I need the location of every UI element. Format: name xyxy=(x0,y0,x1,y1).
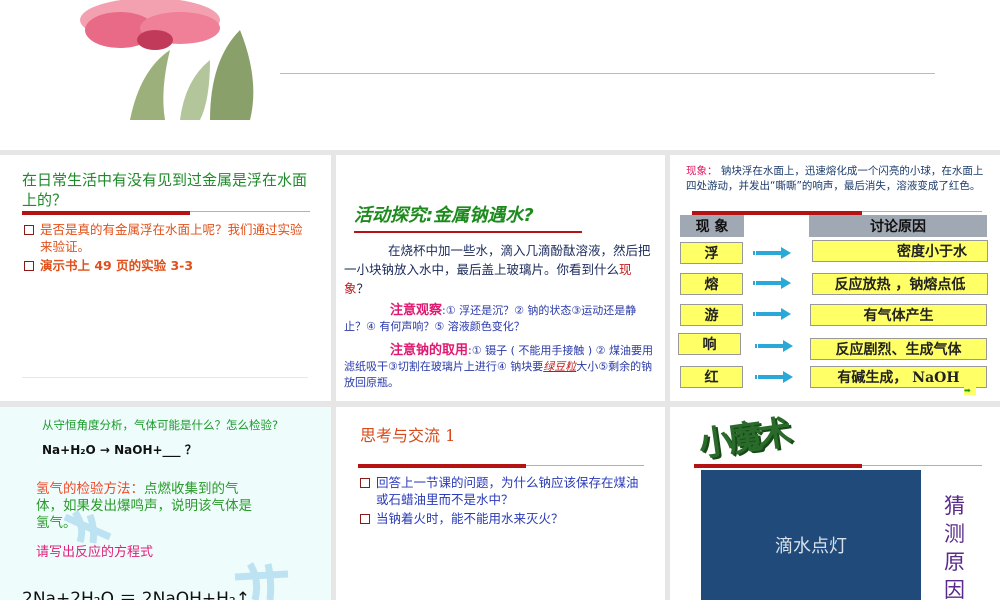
observe-text: :① 浮还是沉？② 钠的状态③运动还是静止？④ 有何声响？⑤ 溶液颜色变化？ xyxy=(344,304,637,333)
slide-hydrogen-test[interactable]: 从守恒角度分析，气体可能是什么？怎么检验? Na+H₂O → NaOH+___ … xyxy=(0,407,331,600)
method-label: 氢气的检验方法： xyxy=(36,481,144,497)
phenomenon-cell: 红 xyxy=(680,366,743,388)
observe-label: 注意观察 xyxy=(390,303,443,318)
reaction-equation: 2Na+2H₂O ＝ 2NaOH+H₂↑ xyxy=(22,589,250,600)
slide-metal-float[interactable]: 在日常生活中有没有见到过金属是浮在水面上的？ 是否是真的有金属浮在水面上呢？我们… xyxy=(0,155,331,401)
slide-title: 在日常生活中有没有见到过金属是浮在水面上的？ xyxy=(22,171,308,209)
next-arrow-icon[interactable]: ➡ xyxy=(964,387,976,395)
question-text: 从守恒角度分析，气体可能是什么？怎么检验? xyxy=(42,418,279,432)
arrow-right-icon xyxy=(753,247,793,259)
video-placeholder[interactable]: 滴水点灯 xyxy=(701,470,921,600)
equation-blank: Na+H₂O → NaOH+___ ？ xyxy=(42,443,197,457)
intro-end: ？ xyxy=(356,281,370,296)
phenomenon-cell: 熔 xyxy=(680,273,743,295)
column-header: 讨论原因 xyxy=(809,215,987,237)
flower-image xyxy=(80,0,254,120)
phenomenon-label: 现象： xyxy=(686,165,718,177)
bullet-item: 当钠着火时，能不能用水来灭火？ xyxy=(360,510,650,527)
arrow-right-icon xyxy=(753,277,793,289)
phenomenon-cell: 浮 xyxy=(680,242,743,264)
slide-magic-trick[interactable]: 小魔术 滴水点灯 猜测原因 xyxy=(670,407,1000,600)
bullet-item: 演示书上 49 页的实验 3-3 xyxy=(24,257,314,274)
reason-cell: 反应剧烈、生成气体 xyxy=(810,338,987,360)
slide-think-discuss[interactable]: 思考与交流 1 回答上一节课的问题，为什么钠应该保存在煤油或石蜡油里而不是水中？… xyxy=(336,407,665,600)
arrow-right-icon xyxy=(753,308,793,320)
phenomenon-text: 钠块浮在水面上，迅速熔化成一个闪亮的小球，在水面上四处游动，并发出“嘶嘶”的响声… xyxy=(686,165,984,192)
handle-label: 注意钠的取用 xyxy=(390,343,469,358)
intro-text: 在烧杯中加一些水，滴入几滴酚酞溶液，然后把一小块钠放入水中，最后盖上玻璃片。你看… xyxy=(344,243,651,277)
reason-cell: 密度小于水 xyxy=(812,240,988,262)
title-slide[interactable] xyxy=(0,0,1000,150)
reason-cell: 有碱生成， NaOH xyxy=(810,366,987,388)
bullet-item: 是否是真的有金属浮在水面上呢？我们通过实验来验证。 xyxy=(24,221,314,255)
reason-cell: 有气体产生 xyxy=(810,304,987,326)
side-caption: 猜测原因 xyxy=(944,494,965,600)
prompt-text: 请写出反应的方程式 xyxy=(36,545,154,560)
slide-phenomena-table[interactable]: 现象： 钠块浮在水面上，迅速熔化成一个闪亮的小球，在水面上四处游动，并发出“嘶嘶… xyxy=(670,155,1000,401)
reason-cell: 反应放热 ，钠熔点低 xyxy=(812,273,988,295)
arrow-right-icon xyxy=(755,371,795,383)
slide-title: 活动探究:金属钠遇水? xyxy=(354,205,534,226)
slide-title: 小魔术 xyxy=(696,412,791,466)
handle-emphasis: 绿豆粒 xyxy=(543,360,577,373)
phenomenon-cell: 游 xyxy=(680,304,743,326)
slide-sodium-water[interactable]: 活动探究:金属钠遇水? 在烧杯中加一些水，滴入几滴酚酞溶液，然后把一小块钠放入水… xyxy=(336,155,665,401)
phenomenon-cell: 响 xyxy=(678,333,741,355)
slide-title: 思考与交流 1 xyxy=(360,426,456,445)
bullet-item: 回答上一节课的问题，为什么钠应该保存在煤油或石蜡油里而不是水中？ xyxy=(360,474,650,508)
arrow-right-icon xyxy=(755,340,795,352)
column-header: 现 象 xyxy=(680,215,744,237)
